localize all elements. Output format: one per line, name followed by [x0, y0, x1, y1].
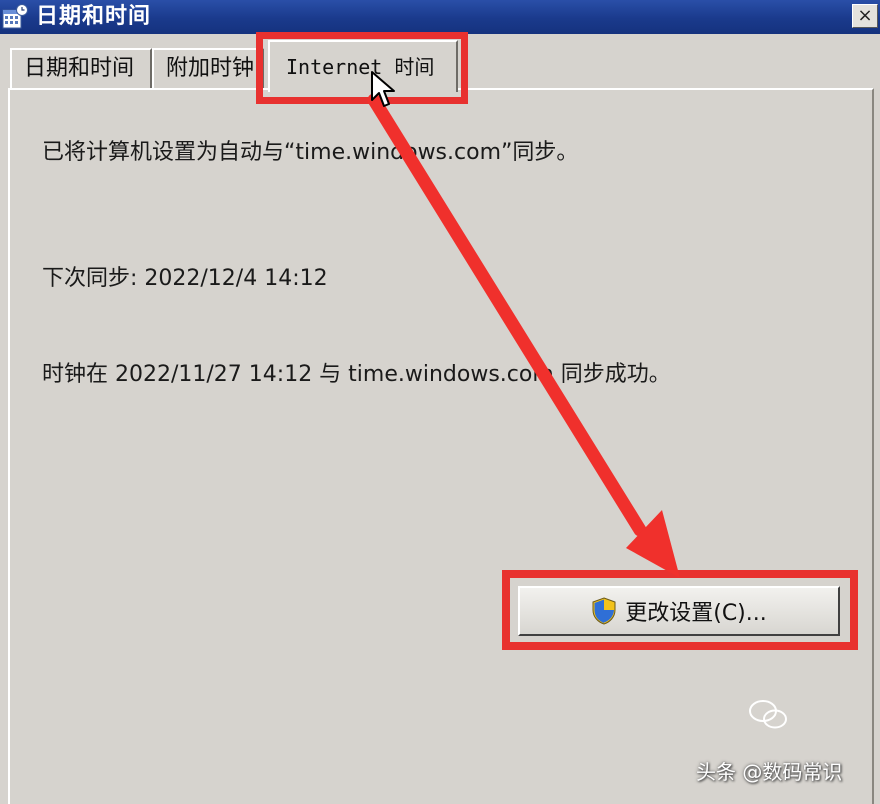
sync-status-message: 已将计算机设置为自动与“time.windows.com”同步。 — [42, 140, 579, 165]
last-sync-result: 时钟在 2022/11/27 14:12 与 time.windows.com … — [42, 362, 671, 387]
tab-panel — [8, 88, 874, 804]
tab-highlight-box — [256, 32, 468, 104]
next-sync-time: 下次同步: 2022/12/4 14:12 — [42, 266, 328, 291]
window-title: 日期和时间 — [36, 4, 152, 29]
mouse-cursor-icon — [371, 71, 395, 107]
change-settings-button[interactable]: 更改设置(C)... — [518, 586, 840, 636]
calendar-clock-icon — [2, 4, 28, 29]
title-bar: 日期和时间 × — [0, 0, 880, 34]
change-settings-label: 更改设置(C)... — [625, 601, 767, 626]
watermark-text: 头条 @数码常识 — [696, 760, 843, 784]
uac-shield-icon — [592, 597, 616, 625]
wechat-watermark-icon — [749, 700, 787, 729]
tab-additional-clocks[interactable]: 附加时钟 — [152, 48, 264, 90]
tab-date-and-time[interactable]: 日期和时间 — [10, 48, 152, 90]
close-button[interactable]: × — [852, 4, 878, 28]
